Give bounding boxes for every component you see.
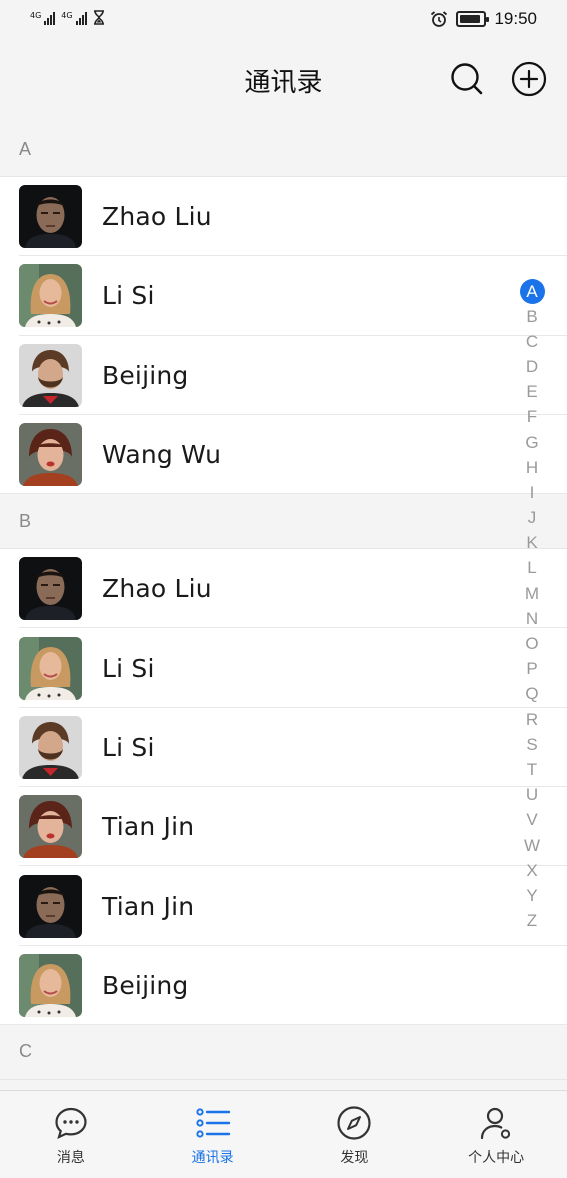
contact-name: Wang Wu <box>102 440 222 470</box>
contacts-list-icon <box>195 1105 231 1141</box>
alpha-index-letter-w[interactable]: W <box>519 833 545 858</box>
alpha-index-letter-q[interactable]: Q <box>519 682 545 707</box>
alpha-index-letter-i[interactable]: I <box>519 480 545 505</box>
contact-name: Zhao Liu <box>102 574 212 604</box>
alpha-index-letter-j[interactable]: J <box>519 506 545 531</box>
tab-label: 个人中心 <box>468 1150 525 1166</box>
alpha-index-letter-r[interactable]: R <box>519 707 545 732</box>
alpha-index-letter-g[interactable]: G <box>519 430 545 455</box>
tab-chat-bubble[interactable]: 消息 <box>0 1091 142 1178</box>
tab-bar: 消息 通讯录 发现 个人中心 <box>0 1090 567 1178</box>
alpha-index-letter-n[interactable]: N <box>519 606 545 631</box>
avatar <box>19 874 82 938</box>
signal-icon: 4G <box>61 11 87 25</box>
sim1-network-tag: 4G <box>30 11 42 20</box>
section-header-b: B <box>0 494 567 550</box>
contact-name: Zhao Liu <box>102 202 212 232</box>
avatar <box>19 715 82 779</box>
alpha-index-letter-x[interactable]: X <box>519 858 545 883</box>
contact-name: Tian Jin <box>102 812 195 842</box>
avatar <box>19 343 82 407</box>
chat-bubble-icon <box>53 1105 89 1141</box>
add-icon <box>511 61 547 97</box>
alpha-index-letter-d[interactable]: D <box>519 354 545 379</box>
status-time: 19:50 <box>494 9 537 28</box>
sim2-network-tag: 4G <box>61 11 73 20</box>
contact-name: Li Si <box>102 653 155 683</box>
contact-row[interactable]: Li Si <box>0 256 567 336</box>
status-left: 4G 4G <box>30 10 105 25</box>
avatar <box>19 795 82 859</box>
search-button[interactable] <box>448 60 486 98</box>
avatar <box>19 264 82 328</box>
tab-label: 发现 <box>340 1150 369 1166</box>
title-bar: 通讯录 <box>0 42 567 122</box>
contact-row[interactable]: Beijing <box>0 335 567 416</box>
contact-row[interactable]: Li Si <box>0 628 567 709</box>
add-contact-button[interactable] <box>510 60 548 98</box>
contact-name: Li Si <box>102 732 155 762</box>
alpha-index-letter-l[interactable]: L <box>519 556 545 581</box>
section-header-a: A <box>0 122 567 177</box>
contact-row[interactable]: Wang Wu <box>0 414 567 495</box>
alpha-index-letter-a[interactable]: A <box>519 279 545 304</box>
contact-row[interactable]: Zhao Liu <box>0 549 567 629</box>
alpha-index-letter-b[interactable]: B <box>519 304 545 329</box>
compass-icon <box>336 1105 372 1141</box>
alpha-index-letter-v[interactable]: V <box>519 808 545 833</box>
alpha-index-letter-u[interactable]: U <box>519 783 545 808</box>
search-icon <box>451 63 483 95</box>
tab-label: 通讯录 <box>191 1150 234 1166</box>
tab-user-profile[interactable]: 个人中心 <box>425 1091 567 1178</box>
alpha-index-letter-f[interactable]: F <box>519 405 545 430</box>
avatar <box>19 953 82 1017</box>
tab-contacts-list[interactable]: 通讯录 <box>142 1091 284 1178</box>
alpha-index-letter-t[interactable]: T <box>519 757 545 782</box>
status-right: 19:50 <box>430 9 537 29</box>
alpha-index-letter-e[interactable]: E <box>519 380 545 405</box>
avatar <box>19 636 82 700</box>
alpha-index-letter-o[interactable]: O <box>519 631 545 656</box>
tab-compass[interactable]: 发现 <box>284 1091 426 1178</box>
alpha-index-letter-y[interactable]: Y <box>519 883 545 908</box>
contact-row[interactable]: Tian Jin <box>0 866 567 946</box>
tab-label: 消息 <box>56 1150 85 1166</box>
section-header-c: C <box>0 1024 567 1080</box>
contact-row[interactable]: Tian Jin <box>0 787 567 867</box>
alpha-index-letter-p[interactable]: P <box>519 657 545 682</box>
hourglass-icon <box>93 10 104 25</box>
contact-row[interactable]: Beijing <box>0 945 567 1026</box>
contact-name: Tian Jin <box>102 891 195 921</box>
contact-name: Beijing <box>102 360 189 390</box>
signal-icon: 4G <box>30 11 56 25</box>
alpha-index-letter-m[interactable]: M <box>519 581 545 606</box>
contact-name: Li Si <box>102 281 155 311</box>
avatar <box>19 423 82 487</box>
alphabet-index[interactable]: ABCDEFGHIJKLMNOPQRSTUVWXYZ <box>517 279 547 934</box>
alpha-index-letter-z[interactable]: Z <box>519 909 545 934</box>
avatar <box>19 557 82 621</box>
contact-list[interactable]: A Zhao Liu Li Si Beijing Wang Wu B Zhao L… <box>0 122 567 1090</box>
battery-icon <box>456 11 490 27</box>
alpha-index-letter-s[interactable]: S <box>519 732 545 757</box>
alarm-icon <box>431 11 448 27</box>
contact-row[interactable]: Li Si <box>0 707 567 788</box>
contact-row[interactable]: Zhao Liu <box>0 177 567 257</box>
contact-name: Beijing <box>102 970 189 1000</box>
alpha-index-letter-k[interactable]: K <box>519 531 545 556</box>
alpha-index-letter-c[interactable]: C <box>519 329 545 354</box>
status-bar: 4G 4G 19:50 <box>0 0 567 42</box>
avatar <box>19 185 82 249</box>
alpha-index-letter-h[interactable]: H <box>519 455 545 480</box>
user-profile-icon <box>478 1105 514 1141</box>
